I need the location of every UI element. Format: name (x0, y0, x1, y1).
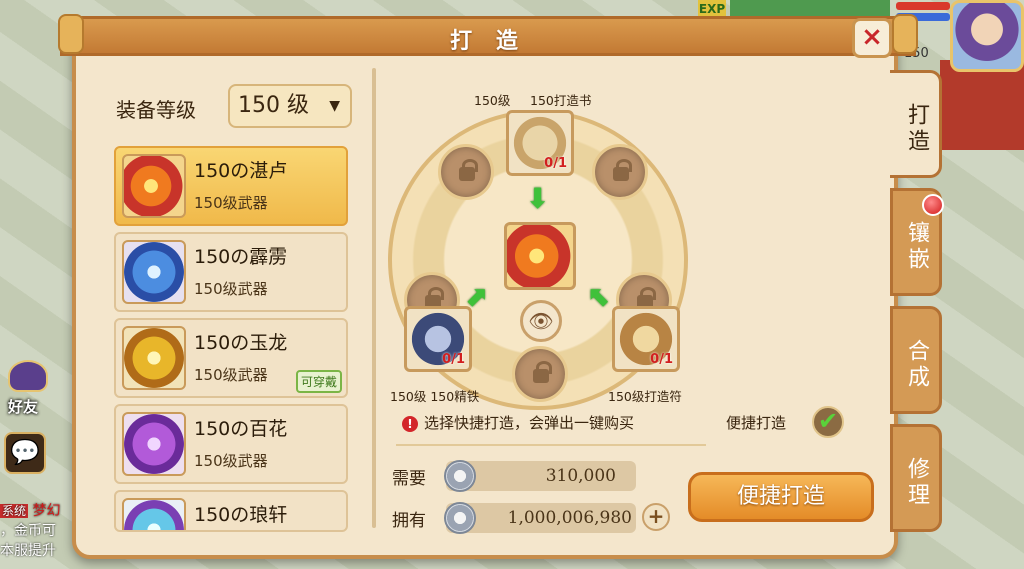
item-name: 150の玉龙 (194, 332, 288, 354)
fire-weapon-icon (122, 154, 186, 218)
quick-forge-label: 便捷打造 (726, 414, 787, 432)
material-count: 0/1 (442, 352, 465, 367)
material-count: 0/1 (544, 156, 567, 171)
quick-forge-tip: ! 选择快捷打造，会弹出一键购买 (402, 412, 634, 433)
friend-icon (8, 360, 48, 392)
list-item[interactable]: 150の百花 150级武器 (114, 404, 348, 484)
quick-forge-button[interactable]: 便捷打造 (688, 472, 874, 522)
material-count: 0/1 (650, 352, 673, 367)
divider-line (396, 444, 706, 446)
list-item[interactable]: 150の琅轩 (114, 490, 348, 532)
item-type: 150级武器 (194, 280, 268, 298)
player-avatar[interactable] (950, 0, 1024, 72)
item-name: 150の百花 (194, 418, 288, 440)
pane-divider (372, 68, 376, 528)
iron-caption: 150级 150精铁 (390, 389, 480, 404)
item-type: 150级武器 (194, 366, 268, 384)
title-bar: 打 造 (60, 16, 916, 56)
world-building (940, 60, 1024, 150)
list-item[interactable]: 150の玉龙 150级武器 可穿戴 (114, 318, 348, 398)
equipment-list-pane: 装备等级 150 级 ▼ 150の湛卢 150级武器 150の霹雳 150级武器… (96, 62, 366, 532)
book-name-caption: 150打造书 (530, 93, 592, 108)
level-dropdown[interactable]: 150 级 ▼ (228, 84, 352, 128)
friend-button[interactable]: 好友 (0, 360, 54, 420)
gold-weapon-icon (122, 326, 186, 390)
level-value: 150 级 (238, 93, 309, 118)
item-name: 150の湛卢 (194, 160, 288, 182)
cyan-orb-icon (122, 498, 186, 530)
lock-icon (512, 346, 568, 402)
arrow-down-icon: ⬇ (526, 182, 550, 215)
arrow-up-left-icon: ⬉ (588, 280, 612, 313)
notification-dot (922, 194, 944, 216)
silver-coin-icon (444, 460, 476, 492)
level-label: 装备等级 (116, 98, 196, 122)
friend-label: 好友 (8, 398, 39, 416)
tip-text: 选择快捷打造，会弹出一键购买 (424, 414, 635, 432)
chat-sender: 梦幻 (32, 503, 61, 519)
own-label: 拥有 (392, 511, 426, 531)
close-button[interactable]: × (852, 18, 892, 58)
chat-line-system: 系统 梦幻 (0, 500, 60, 520)
item-name: 150の霹雳 (194, 246, 288, 268)
chat-line: 本服提升 (0, 543, 56, 559)
warning-icon: ! (402, 416, 418, 432)
add-currency-button[interactable]: + (642, 503, 670, 531)
blue-dragon-icon (122, 240, 186, 304)
material-slot-book[interactable]: 0/1 (506, 110, 574, 176)
list-item[interactable]: 150の霹雳 150级武器 (114, 232, 348, 312)
lock-icon (592, 144, 648, 200)
silver-coin-icon (444, 502, 476, 534)
material-slot-iron[interactable]: 0/1 (404, 306, 472, 372)
chat-icon[interactable]: 💬 (4, 432, 46, 474)
panel-title: 打 造 (450, 29, 526, 54)
item-type: 150级武器 (194, 194, 268, 212)
item-name: 150の琅轩 (194, 504, 288, 526)
chevron-down-icon: ▼ (329, 98, 340, 114)
need-label: 需要 (392, 469, 426, 489)
target-weapon-slot[interactable] (504, 222, 576, 290)
book-level-caption: 150级 (474, 93, 511, 108)
wearable-badge: 可穿戴 (295, 370, 342, 393)
purple-whip-icon (122, 412, 186, 476)
eye-icon[interactable]: 👁 (520, 300, 562, 342)
material-slot-talisman[interactable]: 0/1 (612, 306, 680, 372)
quick-forge-checkbox[interactable]: ✔ (812, 406, 844, 438)
tab-repair[interactable]: 修理 (890, 424, 942, 532)
item-type: 150级武器 (194, 452, 268, 470)
system-tag: 系统 (0, 504, 29, 518)
lock-icon (438, 144, 494, 200)
chat-line: ，金币可 (0, 523, 56, 539)
title-decoration-right (892, 14, 918, 54)
title-decoration-left (58, 14, 84, 54)
tab-combine[interactable]: 合成 (890, 306, 942, 414)
talisman-caption: 150级打造符 (608, 389, 682, 404)
list-item[interactable]: 150の湛卢 150级武器 (114, 146, 348, 226)
hp-bar (896, 2, 950, 10)
tab-forge[interactable]: 打造 (890, 70, 942, 178)
